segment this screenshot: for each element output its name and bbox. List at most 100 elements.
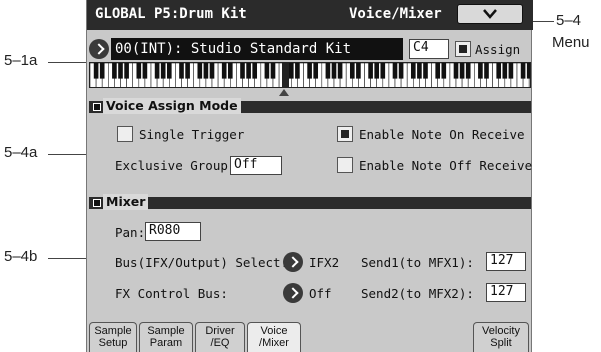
black-key[interactable]	[459, 63, 465, 79]
exclusive-group-label: Exclusive Group:	[115, 158, 236, 173]
black-key[interactable]	[435, 63, 441, 79]
tab-driver-eq[interactable]: Driver/EQ	[195, 322, 245, 352]
black-key[interactable]	[307, 63, 312, 79]
callout-kit-line	[48, 62, 90, 63]
tab-sample-setup[interactable]: Sample Setup	[89, 322, 137, 352]
single-trigger-checkbox[interactable]	[117, 126, 133, 142]
black-key[interactable]	[417, 63, 422, 79]
tab-velocity-split[interactable]: Velocity Split	[473, 322, 529, 352]
tab-label-line2: Setup	[98, 337, 128, 349]
black-key[interactable]	[331, 63, 337, 79]
send2-label: Send2(to MFX2):	[361, 286, 474, 301]
chevron-down-icon	[483, 9, 497, 19]
tab-label-line2: Param	[149, 337, 183, 349]
black-key[interactable]	[465, 63, 471, 79]
black-key[interactable]	[288, 63, 294, 79]
black-key[interactable]	[508, 63, 514, 79]
black-key[interactable]	[203, 63, 209, 79]
black-key[interactable]	[374, 63, 380, 79]
black-key[interactable]	[118, 63, 123, 79]
black-key[interactable]	[166, 63, 172, 79]
callout-voice: 5–4a	[4, 144, 38, 161]
note-field[interactable]: C4	[409, 39, 449, 59]
black-key[interactable]	[252, 63, 258, 79]
black-key[interactable]	[264, 63, 270, 79]
callout-mixer-line	[48, 258, 90, 259]
black-key[interactable]	[209, 63, 215, 79]
drumkit-name-field[interactable]: 00(INT): Studio Standard Kit	[111, 38, 403, 60]
black-key[interactable]	[313, 63, 319, 79]
black-key[interactable]	[246, 63, 251, 79]
black-key[interactable]	[349, 63, 355, 79]
black-key[interactable]	[368, 63, 373, 79]
black-key[interactable]	[142, 63, 148, 79]
black-key[interactable]	[154, 63, 160, 79]
black-key[interactable]	[136, 63, 142, 79]
assign-checkbox[interactable]	[455, 41, 471, 57]
black-key[interactable]	[423, 63, 428, 79]
callout-voice-line	[48, 154, 90, 155]
enable-note-on-checkbox[interactable]	[337, 126, 353, 142]
bus-select-label: Bus(IFX/Output) Select:	[115, 255, 289, 270]
callout-menu-ref: 5–4	[556, 12, 582, 29]
black-key[interactable]	[270, 63, 276, 79]
exclusive-group-field[interactable]: Off	[230, 156, 282, 175]
black-key[interactable]	[410, 63, 416, 79]
black-key[interactable]	[398, 63, 404, 79]
tab-label-line2: /Mixer	[259, 337, 289, 349]
black-key[interactable]	[325, 63, 331, 79]
black-key[interactable]	[380, 63, 386, 79]
fx-control-value[interactable]: Off	[309, 286, 332, 301]
fx-control-button[interactable]	[283, 283, 303, 303]
black-key[interactable]	[93, 63, 99, 79]
voice-assign-header: Voice Assign Mode	[89, 98, 531, 114]
callout-mixer: 5–4b	[4, 248, 38, 265]
enable-note-on-label: Enable Note On Receive	[359, 127, 525, 142]
black-key[interactable]	[185, 63, 190, 79]
black-key[interactable]	[520, 63, 526, 79]
voice-assign-title: Voice Assign Mode	[103, 98, 241, 114]
bus-select-button[interactable]	[283, 252, 303, 272]
enable-note-off-checkbox[interactable]	[337, 157, 353, 173]
selected-key-marker	[279, 89, 289, 96]
keyboard[interactable]	[89, 62, 531, 88]
black-key[interactable]	[179, 63, 184, 79]
black-key[interactable]	[441, 63, 447, 79]
send1-field[interactable]: 127	[486, 252, 526, 271]
black-key[interactable]	[478, 63, 483, 79]
section-marker-icon	[93, 103, 101, 111]
black-key[interactable]	[112, 63, 117, 79]
black-key[interactable]	[337, 63, 343, 79]
drumkit-select-button[interactable]	[89, 39, 109, 59]
page-subtitle: Voice/Mixer	[349, 6, 442, 22]
black-key[interactable]	[197, 63, 203, 79]
black-key[interactable]	[496, 63, 502, 79]
black-key[interactable]	[160, 63, 166, 79]
tab-label-line2: /EQ	[210, 337, 230, 349]
black-key[interactable]	[453, 63, 459, 79]
assign-label: Assign	[475, 42, 521, 57]
single-trigger-label: Single Trigger	[139, 127, 245, 142]
black-key[interactable]	[526, 63, 531, 79]
black-key[interactable]	[227, 63, 233, 79]
bus-select-value[interactable]: IFX2	[309, 255, 339, 270]
black-key[interactable]	[240, 63, 245, 79]
send2-field[interactable]: 127	[486, 283, 526, 302]
tab-voice-mixer[interactable]: Voice/Mixer	[247, 322, 301, 352]
black-key[interactable]	[295, 63, 300, 79]
pan-field[interactable]: R080	[145, 222, 201, 241]
black-key[interactable]	[124, 63, 129, 79]
black-key[interactable]	[356, 63, 361, 79]
black-key[interactable]	[392, 63, 398, 79]
page-title: GLOBAL P5:Drum Kit	[95, 6, 247, 22]
pan-label: Pan:	[115, 225, 146, 240]
black-key[interactable]	[99, 63, 105, 79]
black-key[interactable]	[484, 63, 489, 79]
keyboard-keys	[90, 63, 531, 88]
tab-label-line1: Driver	[205, 325, 235, 337]
tab-sample-param[interactable]: Sample Param	[139, 322, 193, 352]
black-key[interactable]	[502, 63, 508, 79]
menu-button[interactable]	[457, 4, 523, 24]
black-key[interactable]	[221, 63, 227, 79]
selected-key[interactable]	[282, 63, 289, 88]
